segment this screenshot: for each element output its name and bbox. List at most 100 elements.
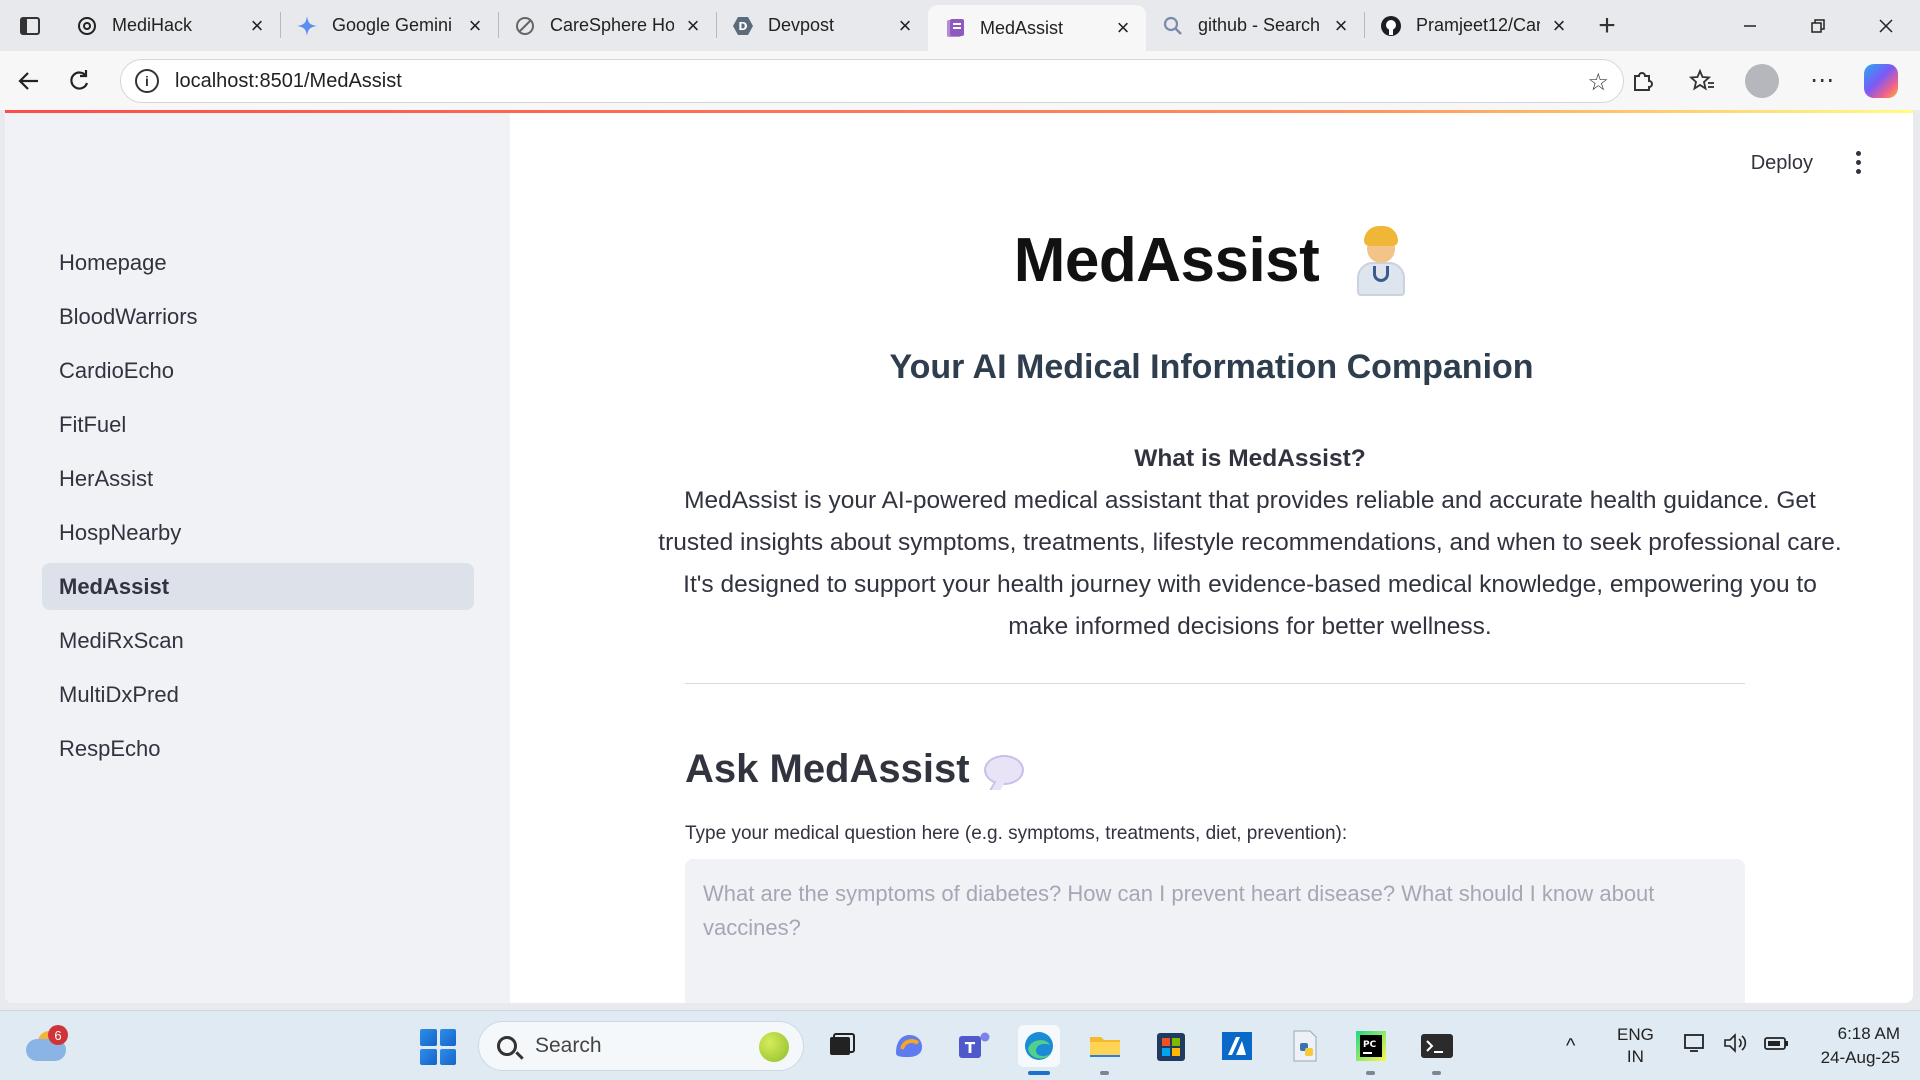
azure-taskbar-button[interactable] [1216,1025,1258,1067]
python-taskbar-button[interactable] [1284,1025,1326,1067]
more-options-button[interactable]: ⋯ [1792,51,1852,110]
sidebar-item-fitfuel[interactable]: FitFuel [42,401,474,448]
page-title: MedAssist [1013,226,1320,295]
notification-badge: 6 [48,1025,68,1045]
folder-icon [1090,1037,1120,1057]
teams-taskbar-button[interactable]: T [953,1025,995,1067]
pycharm-icon: PC [1356,1031,1386,1061]
tab-medihack[interactable]: MediHack × [60,0,280,51]
main-content: Deploy MedAssist Your AI Medical Informa… [510,113,1913,1003]
tab-google-gemini[interactable]: Google Gemini × [280,0,498,51]
main-menu-button[interactable] [1853,151,1863,174]
copilot-icon[interactable] [1864,63,1898,98]
page-viewport: Homepage BloodWarriors CardioEcho FitFue… [5,110,1913,1003]
close-tab-icon[interactable]: × [1330,13,1352,39]
extensions-button[interactable] [1612,51,1672,110]
windows-logo-pane [439,1029,456,1046]
clock-date: 24-Aug-25 [1820,1048,1900,1067]
sidebar-item-herassist[interactable]: HerAssist [42,455,474,502]
edge-taskbar-button[interactable] [1018,1025,1060,1075]
browser-tab-strip: MediHack × Google Gemini × CareSphere Ho… [0,0,1920,51]
windows-taskbar: 6 Search T PC ^ ENG IN 6:18 AM 24-Aug-25 [0,1010,1920,1080]
task-view-icon [830,1033,855,1055]
close-tab-icon[interactable]: × [246,13,268,39]
deploy-button[interactable]: Deploy [1751,152,1813,175]
tab-title: github - Search [1198,15,1321,35]
close-tab-icon[interactable]: × [1112,15,1134,41]
store-taskbar-button[interactable] [1150,1025,1192,1067]
sidebar-item-cardioecho[interactable]: CardioEcho [42,347,474,394]
site-info-icon[interactable]: i [135,69,159,93]
browser-toolbar: i localhost:8501/MedAssist ☆ ⋯ [0,51,1920,110]
weather-widget[interactable]: 6 [26,1025,70,1065]
task-view-button[interactable] [820,1025,862,1067]
favorites-button[interactable] [1672,51,1732,110]
devpost-icon: D [732,15,754,37]
tab-devpost[interactable]: D Devpost × [716,0,928,51]
tab-medassist[interactable]: MedAssist × [928,5,1146,51]
restore-button[interactable] [1784,0,1852,51]
svg-text:D: D [738,20,747,33]
tab-title: Google Gemini [332,15,453,35]
close-tab-icon[interactable]: × [894,13,916,39]
refresh-icon [70,69,89,90]
edge-icon [1025,1032,1053,1060]
store-icon [1157,1033,1185,1061]
windows-logo-pane [439,1048,456,1065]
sidebar-item-bloodwarriors[interactable]: BloodWarriors [42,293,474,340]
tennis-ball-icon [759,1032,789,1062]
close-tab-icon[interactable]: × [682,13,704,39]
address-bar[interactable]: i localhost:8501/MedAssist ☆ [120,59,1624,103]
kebab-dot [1855,169,1861,174]
question-input[interactable] [685,859,1745,1003]
github-icon [1380,15,1402,37]
refresh-button[interactable] [58,60,100,102]
doctor-emoji-icon [1353,225,1409,296]
system-clock[interactable]: 6:18 AM 24-Aug-25 [1800,1022,1900,1070]
copilot-icon [896,1035,922,1057]
close-tab-icon[interactable]: × [464,13,486,39]
sidebar-item-homepage[interactable]: Homepage [42,239,474,286]
system-tray[interactable] [1682,1031,1790,1055]
volume-icon [1724,1033,1747,1053]
search-icon [497,1036,517,1056]
battery-icon [1764,1037,1788,1050]
tab-github-search[interactable]: github - Search × [1146,0,1364,51]
minimize-button[interactable] [1716,0,1784,51]
favorite-star-icon[interactable]: ☆ [1587,68,1609,97]
tab-github-repo[interactable]: Pramjeet12/Car × [1364,0,1582,51]
puzzle-icon [1634,71,1653,91]
tab-caresphere[interactable]: CareSphere Hom × [498,0,716,51]
sidebar-item-medirxscan[interactable]: MediRxScan [42,617,474,664]
pycharm-taskbar-button[interactable]: PC [1350,1025,1392,1075]
tab-title: Pramjeet12/Car [1416,15,1540,35]
sidebar-item-multidxpred[interactable]: MultiDxPred [42,671,474,718]
azure-icon [1222,1032,1252,1060]
terminal-taskbar-button[interactable] [1416,1025,1458,1075]
question-label: Type your medical question here (e.g. sy… [685,823,1348,844]
show-hidden-icons-chevron-icon[interactable]: ^ [1566,1035,1575,1058]
tab-title: MedAssist [980,17,1064,38]
taskbar-search-placeholder: Search [535,1034,602,1057]
copilot-taskbar-button[interactable] [888,1025,930,1067]
taskbar-search[interactable]: Search [478,1021,804,1071]
url-text[interactable]: localhost:8501/MedAssist [175,70,402,93]
back-button[interactable] [8,60,50,102]
language-indicator[interactable]: ENG IN [1617,1024,1654,1068]
close-tab-icon[interactable]: × [1548,13,1570,39]
close-icon [1879,18,1893,33]
restore-icon [1811,18,1825,33]
slash-icon [514,15,536,37]
new-tab-button[interactable]: + [1582,0,1632,51]
sidebar-item-respecho[interactable]: RespEcho [42,725,474,772]
kebab-dot [1855,160,1861,165]
sidebar-item-hospnearby[interactable]: HospNearby [42,509,474,556]
kebab-dot [1855,151,1861,156]
close-window-button[interactable] [1852,0,1920,51]
tab-actions-menu-button[interactable] [0,0,60,51]
profile-avatar[interactable] [1745,63,1779,98]
start-button[interactable] [420,1029,456,1065]
section-divider [685,683,1745,684]
file-explorer-taskbar-button[interactable] [1084,1025,1126,1075]
sidebar-item-medassist[interactable]: MedAssist [42,563,474,610]
